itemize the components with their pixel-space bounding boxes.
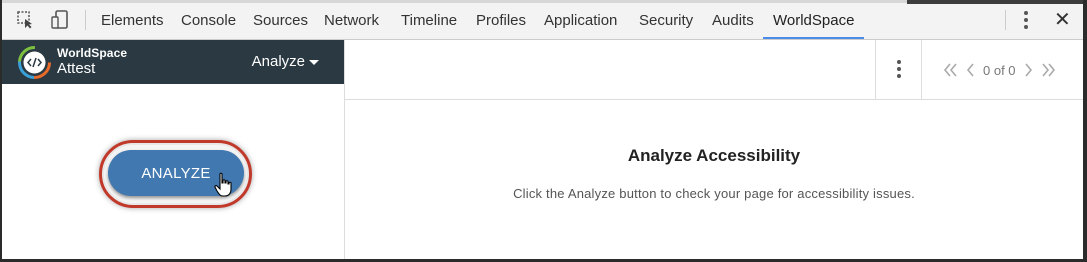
- analyze-dropdown[interactable]: Analyze: [252, 53, 319, 70]
- tab-console[interactable]: Console: [181, 0, 236, 39]
- worldspace-logo-icon: [18, 46, 51, 79]
- toolbar-divider: [85, 10, 86, 30]
- last-page-icon[interactable]: [1040, 63, 1056, 77]
- tab-worldspace[interactable]: WorldSpace: [762, 0, 865, 39]
- brand-header: WorldSpace Attest Analyze: [2, 40, 344, 84]
- tab-network[interactable]: Network: [324, 0, 379, 39]
- tab-sources[interactable]: Sources: [253, 0, 308, 39]
- empty-state-description: Click the Analyze button to check your p…: [513, 186, 915, 201]
- tab-application[interactable]: Application: [544, 0, 617, 39]
- caret-down-icon: [309, 60, 319, 65]
- tab-timeline[interactable]: Timeline: [401, 0, 457, 39]
- toolbar-divider: [1005, 10, 1006, 30]
- worldspace-sidebar: WorldSpace Attest Analyze ANALYZE: [2, 40, 345, 259]
- next-page-icon[interactable]: [1024, 63, 1034, 77]
- toolbar-divider: [921, 40, 922, 99]
- analyze-dropdown-label: Analyze: [251, 53, 305, 70]
- devtools-toolbar: Elements Console Sources Network Timelin…: [2, 0, 1083, 40]
- issue-pager: 0 of 0: [943, 60, 1056, 80]
- results-toolbar: 0 of 0: [345, 40, 1083, 100]
- hand-cursor-icon: [214, 172, 232, 197]
- tab-audits[interactable]: Audits: [712, 0, 754, 39]
- close-devtools-icon[interactable]: ✕: [1054, 8, 1071, 32]
- more-options-icon[interactable]: [896, 60, 902, 80]
- inspect-element-icon[interactable]: [16, 10, 36, 30]
- tab-security[interactable]: Security: [639, 0, 693, 39]
- tab-elements[interactable]: Elements: [101, 0, 164, 39]
- empty-state-title: Analyze Accessibility: [627, 146, 801, 165]
- device-toolbar-icon[interactable]: [50, 10, 70, 30]
- brand-name-bottom: Attest: [57, 60, 96, 77]
- toolbar-divider: [875, 40, 876, 99]
- window-edge-dark: [907, 0, 1083, 4]
- brand-name-top: WorldSpace: [57, 46, 128, 60]
- pager-count: 0 of 0: [983, 62, 1016, 78]
- results-panel: 0 of 0 Analyze Accessibility Click the A…: [345, 40, 1083, 259]
- tab-profiles[interactable]: Profiles: [476, 0, 526, 39]
- previous-page-icon[interactable]: [965, 63, 975, 77]
- devtools-window: Elements Console Sources Network Timelin…: [2, 0, 1083, 259]
- first-page-icon[interactable]: [943, 63, 959, 77]
- customize-menu-icon[interactable]: [1023, 11, 1029, 29]
